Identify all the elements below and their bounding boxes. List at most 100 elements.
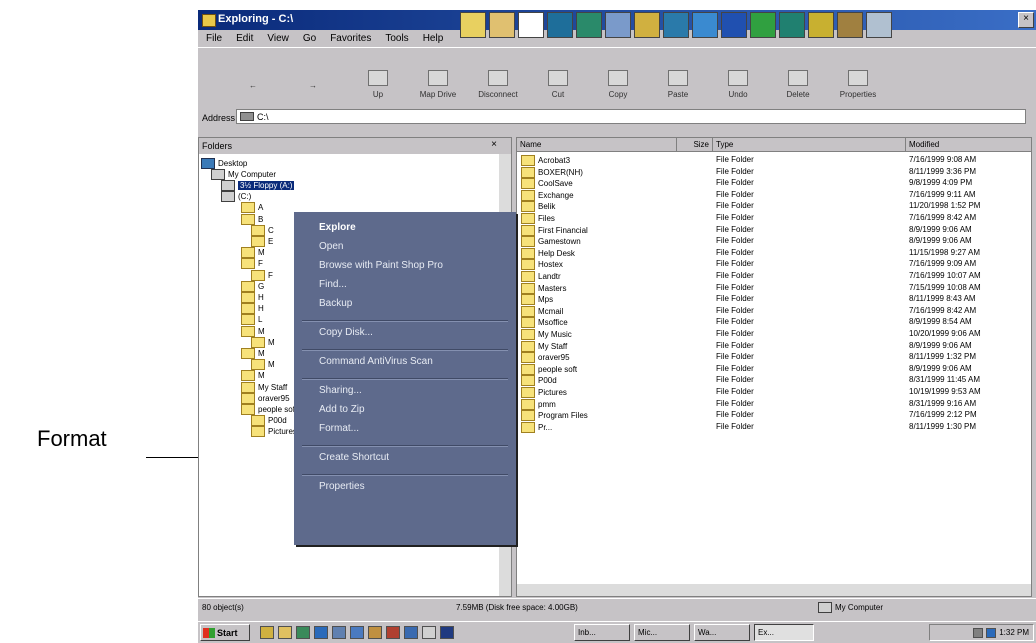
properties-button[interactable]: Properties: [828, 59, 888, 103]
tree-item[interactable]: M: [241, 347, 265, 359]
tree-item[interactable]: My Computer: [211, 168, 276, 180]
menu-item-command-antivirus-scan[interactable]: Command AntiVirus Scan: [319, 356, 433, 367]
file-row[interactable]: Hostex File Folder 7/16/1999 9:09 AM: [517, 259, 1031, 271]
file-row[interactable]: Exchange File Folder 7/16/1999 9:11 AM: [517, 189, 1031, 202]
copy-button[interactable]: Copy: [588, 59, 648, 103]
app-icon[interactable]: [404, 626, 418, 639]
column-modified[interactable]: Modified: [906, 138, 1031, 152]
speaker-icon[interactable]: [973, 627, 984, 638]
file-row[interactable]: Program Files File Folder 7/16/1999 2:12 P…: [517, 410, 1031, 422]
tree-item[interactable]: oraver95: [241, 392, 290, 404]
menu-go[interactable]: Go: [303, 33, 316, 44]
file-row[interactable]: BOXER(NH) File Folder 8/11/1999 3:36 PM: [517, 166, 1031, 179]
file-row[interactable]: Msoffice File Folder 8/9/1999 8:54 AM: [517, 317, 1031, 329]
network-icon[interactable]: [986, 627, 997, 638]
file-row[interactable]: Belik File Folder 11/20/1998 1:52 PM: [517, 201, 1031, 213]
delete-button[interactable]: Delete: [768, 59, 828, 103]
tree-item[interactable]: M: [251, 336, 275, 348]
tree-item[interactable]: H: [241, 303, 264, 315]
cut-button[interactable]: Cut: [528, 59, 588, 103]
file-row[interactable]: My Music File Folder 10/20/1999 9:06 AM: [517, 329, 1031, 341]
tree-item[interactable]: P00d: [251, 415, 287, 427]
menu-item-open[interactable]: Open: [319, 241, 343, 252]
file-row[interactable]: Landtr File Folder 7/16/1999 10:07 AM: [517, 271, 1031, 283]
menu-item-format[interactable]: Format...: [319, 423, 359, 434]
task-window[interactable]: Wa...: [694, 624, 750, 641]
start-button[interactable]: Start: [200, 624, 250, 641]
tree-item[interactable]: A: [241, 202, 263, 214]
tree-item[interactable]: F: [241, 258, 263, 270]
menu-item-explore[interactable]: Explore: [319, 222, 356, 233]
menu-tools[interactable]: Tools: [385, 33, 408, 44]
file-row[interactable]: Pr... File Folder 8/11/1999 1:30 PM: [517, 421, 1031, 434]
disconnect-button[interactable]: Disconnect: [468, 59, 528, 103]
file-row[interactable]: people soft File Folder 8/9/1999 9:06 AM: [517, 363, 1031, 376]
title-bar[interactable]: Exploring - C:\ ×: [198, 10, 1036, 38]
app-icon[interactable]: [422, 626, 436, 639]
file-row[interactable]: pmm File Folder 8/31/1999 9:16 AM: [517, 398, 1031, 411]
tree-item[interactable]: 3½ Floppy (A:): [221, 179, 295, 191]
forward-button[interactable]: →: [288, 59, 348, 103]
app-icon[interactable]: [314, 626, 328, 639]
tree-item[interactable]: people soft: [241, 403, 297, 415]
back-button[interactable]: ←: [228, 59, 288, 103]
tree-item[interactable]: H: [241, 291, 264, 303]
task-microsoft[interactable]: Mic...: [634, 624, 690, 641]
menu-item-sharing[interactable]: Sharing...: [319, 385, 362, 396]
file-row[interactable]: oraver95 File Folder 8/11/1999 1:32 PM: [517, 352, 1031, 364]
column-size[interactable]: Size: [677, 138, 713, 152]
menu-item-find[interactable]: Find...: [319, 279, 347, 290]
tree-item[interactable]: My Staff: [241, 381, 287, 393]
menu-edit[interactable]: Edit: [236, 33, 253, 44]
tree-item[interactable]: M: [241, 370, 265, 382]
file-row[interactable]: Mps File Folder 8/11/1999 8:43 AM: [517, 294, 1031, 306]
tree-item[interactable]: (C:): [221, 191, 251, 203]
file-row[interactable]: Files File Folder 7/16/1999 8:42 AM: [517, 213, 1031, 225]
app-icon[interactable]: [440, 626, 454, 639]
menu-view[interactable]: View: [267, 33, 289, 44]
menu-item-add-to-zip[interactable]: Add to Zip: [319, 404, 365, 415]
file-row[interactable]: P00d File Folder 8/31/1999 11:45 AM: [517, 375, 1031, 387]
task-inbox[interactable]: Inb...: [574, 624, 630, 641]
menu-help[interactable]: Help: [423, 33, 444, 44]
file-row[interactable]: My Staff File Folder 8/9/1999 9:06 AM: [517, 340, 1031, 353]
close-icon[interactable]: ×: [491, 139, 497, 150]
address-input[interactable]: C:\: [236, 109, 1026, 124]
task-exploring[interactable]: Ex...: [754, 624, 814, 641]
close-icon[interactable]: ×: [1018, 12, 1034, 28]
app-icon[interactable]: [278, 626, 292, 639]
column-type[interactable]: Type: [713, 138, 906, 152]
tree-item[interactable]: Desktop: [201, 157, 247, 169]
column-name[interactable]: Name: [517, 138, 677, 152]
app-icon[interactable]: [350, 626, 364, 639]
tree-item[interactable]: G: [241, 280, 264, 292]
menu-item-backup[interactable]: Backup: [319, 298, 352, 309]
app-icon[interactable]: [296, 626, 310, 639]
clock-time[interactable]: 1:32 PM: [999, 628, 1029, 637]
tree-item[interactable]: E: [251, 235, 273, 247]
file-row[interactable]: Mcmail File Folder 7/16/1999 8:42 AM: [517, 305, 1031, 318]
tree-item[interactable]: M: [241, 247, 265, 259]
tree-item[interactable]: F: [251, 269, 273, 281]
menu-favorites[interactable]: Favorites: [330, 33, 371, 44]
file-row[interactable]: Acrobat3 File Folder 7/16/1999 9:08 AM: [517, 155, 1031, 167]
tree-item[interactable]: M: [251, 359, 275, 371]
up-button[interactable]: Up: [348, 59, 408, 103]
app-icon[interactable]: [260, 626, 274, 639]
file-list-scrollbar[interactable]: [517, 584, 1031, 596]
menu-item-copy-disk[interactable]: Copy Disk...: [319, 327, 373, 338]
paste-button[interactable]: Paste: [648, 59, 708, 103]
menu-item-browse-with-paint-shop-pro[interactable]: Browse with Paint Shop Pro: [319, 260, 443, 271]
tree-item[interactable]: L: [241, 314, 262, 326]
tree-item[interactable]: C: [251, 224, 274, 236]
file-row[interactable]: Gamestown File Folder 8/9/1999 9:06 AM: [517, 236, 1031, 248]
tree-item[interactable]: Pictures: [251, 426, 297, 438]
app-icon[interactable]: [386, 626, 400, 639]
file-row[interactable]: CoolSave File Folder 9/8/1999 4:09 PM: [517, 178, 1031, 190]
file-row[interactable]: Help Desk File Folder 11/15/1998 9:27 AM: [517, 247, 1031, 260]
app-icon[interactable]: [332, 626, 346, 639]
menu-item-properties[interactable]: Properties: [319, 481, 365, 492]
tree-item[interactable]: M: [241, 325, 265, 337]
tree-item[interactable]: B: [241, 213, 263, 225]
file-row[interactable]: Pictures File Folder 10/19/1999 9:53 AM: [517, 387, 1031, 399]
